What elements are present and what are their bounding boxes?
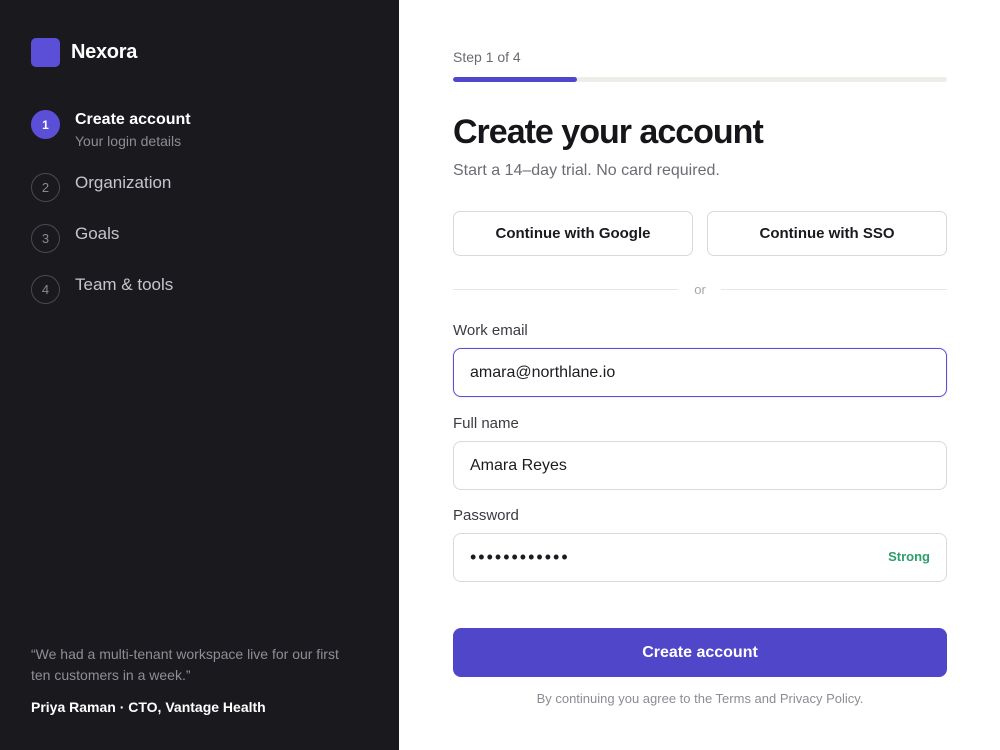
signup-form: Step 1 of 4 Create your account Start a … bbox=[453, 0, 947, 750]
password-label: Password bbox=[453, 507, 519, 524]
email-label: Work email bbox=[453, 322, 528, 339]
step-title: Organization bbox=[75, 173, 172, 192]
step-title: Create account bbox=[75, 111, 191, 128]
email-field[interactable]: amara@northlane.io bbox=[453, 348, 947, 397]
divider-line bbox=[721, 289, 947, 290]
page-subtitle: Start a 14–day trial. No card required. bbox=[453, 162, 720, 179]
full-name-label: Full name bbox=[453, 415, 519, 432]
step-title: Goals bbox=[75, 224, 120, 243]
step-number: 2 bbox=[31, 173, 60, 202]
continue-with-sso-button[interactable]: Continue with SSO bbox=[707, 211, 947, 256]
password-field[interactable]: •••••••••••• Strong bbox=[453, 533, 947, 582]
step-number: 3 bbox=[31, 224, 60, 253]
testimonial-quote: “We had a multi-tenant workspace live fo… bbox=[31, 646, 339, 683]
step-team-tools[interactable]: 4 Team & tools bbox=[31, 275, 331, 304]
continue-with-google-button[interactable]: Continue with Google bbox=[453, 211, 693, 256]
step-goals[interactable]: 3 Goals bbox=[31, 224, 331, 253]
sidebar: Nexora 1 Create account Your login detai… bbox=[0, 0, 399, 750]
step-organization[interactable]: 2 Organization bbox=[31, 173, 331, 202]
password-value: •••••••••••• bbox=[470, 547, 570, 567]
step-create-account[interactable]: 1 Create account Your login details bbox=[31, 110, 331, 151]
password-strength-badge: Strong bbox=[888, 549, 930, 564]
terms-notice: By continuing you agree to the Terms and… bbox=[536, 691, 864, 706]
progress-bar bbox=[453, 77, 947, 82]
page-title: Create your account bbox=[453, 113, 764, 151]
full-name-value: Amara Reyes bbox=[470, 456, 567, 474]
email-value: amara@northlane.io bbox=[470, 363, 616, 381]
brand-name: Nexora bbox=[71, 41, 138, 63]
progress-fill bbox=[453, 77, 577, 82]
testimonial-author: Priya Raman · CTO, Vantage Health bbox=[31, 699, 266, 715]
full-name-field[interactable]: Amara Reyes bbox=[453, 441, 947, 490]
or-divider: or bbox=[453, 280, 947, 300]
step-subtitle: Your login details bbox=[75, 133, 182, 149]
logo-mark bbox=[31, 38, 60, 67]
create-account-button[interactable]: Create account bbox=[453, 628, 947, 677]
step-indicator: Step 1 of 4 bbox=[453, 49, 521, 65]
brand: Nexora bbox=[31, 38, 137, 67]
step-number: 4 bbox=[31, 275, 60, 304]
step-number: 1 bbox=[31, 110, 60, 139]
step-title: Team & tools bbox=[75, 275, 174, 294]
